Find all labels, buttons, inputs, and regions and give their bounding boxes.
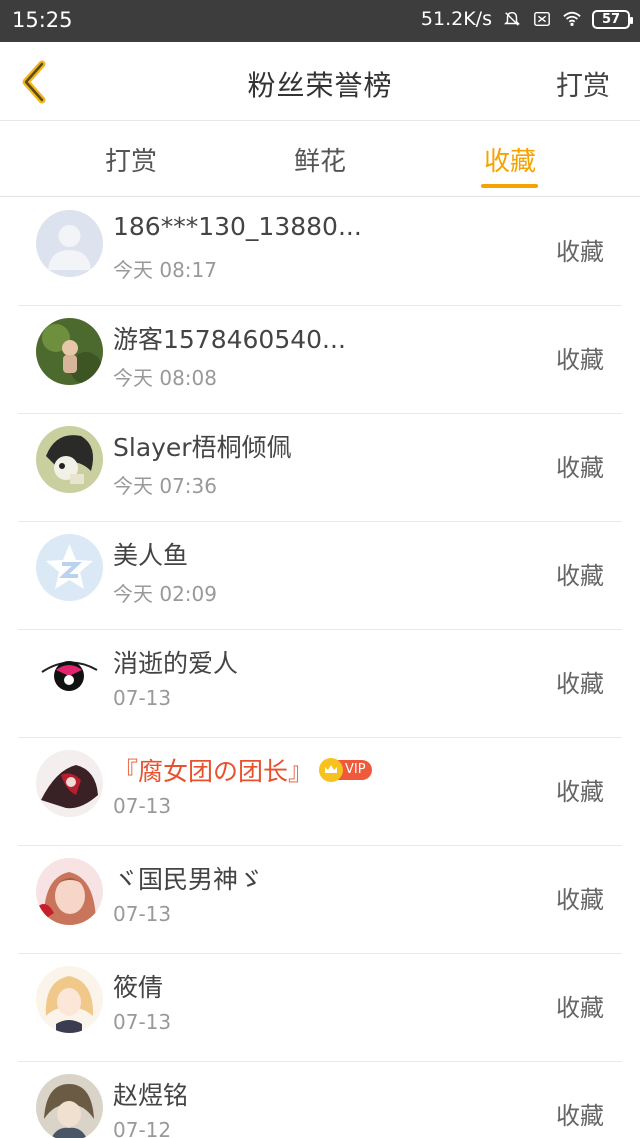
action-label: 收藏	[556, 886, 604, 914]
status-icons: 51.2K/s 57	[420, 8, 633, 30]
activity-time: 07-13	[113, 794, 172, 818]
status-bar: 15:25 51.2K/s 57	[0, 0, 640, 42]
avatar	[36, 642, 103, 709]
reward-button[interactable]: 打赏	[556, 64, 610, 103]
user-name: Slayer梧桐倾佩	[113, 433, 292, 462]
list-item[interactable]: 美人鱼 今天 02:09 收藏	[0, 522, 640, 630]
activity-time: 07-13	[113, 686, 172, 710]
tab-favorites[interactable]: 收藏	[455, 141, 565, 178]
list-item[interactable]: 赵煜铭 07-12 收藏	[0, 1062, 640, 1138]
list-item[interactable]: 筱倩 07-13 收藏	[0, 954, 640, 1062]
action-label: 收藏	[556, 346, 604, 374]
list-item[interactable]: 『腐女团の团长』 VIP 07-13 收藏	[0, 738, 640, 846]
status-time: 15:25	[12, 8, 73, 32]
action-label: 收藏	[556, 454, 604, 482]
avatar	[36, 318, 103, 385]
list-item[interactable]: ヾ国民男神ゞ 07-13 收藏	[0, 846, 640, 954]
user-name: 『腐女团の团长』 VIP	[113, 752, 372, 788]
tab-reward[interactable]: 打赏	[76, 141, 186, 178]
fan-list: 186***130_13880... 今天 08:17 收藏 游客1578460…	[0, 198, 640, 1138]
avatar	[36, 534, 103, 601]
tab-indicator	[481, 184, 538, 188]
tab-bar: 打赏 鲜花 收藏	[0, 121, 640, 197]
user-name: 186***130_13880...	[113, 212, 362, 241]
page-title: 粉丝荣誉榜	[247, 69, 393, 102]
avatar	[36, 210, 103, 277]
user-name: 游客1578460540...	[113, 325, 346, 354]
activity-time: 07-12	[113, 1118, 172, 1138]
action-label: 收藏	[556, 994, 604, 1022]
action-label: 收藏	[556, 1102, 604, 1130]
avatar	[36, 966, 103, 1033]
list-item[interactable]: 游客1578460540... 今天 08:08 收藏	[0, 306, 640, 414]
user-name: 美人鱼	[113, 541, 189, 570]
crown-icon	[319, 758, 344, 782]
avatar	[36, 426, 103, 493]
action-label: 收藏	[556, 562, 604, 590]
user-name: 消逝的爱人	[113, 649, 239, 678]
activity-time: 今天 07:36	[113, 474, 217, 498]
mute-bell-icon	[503, 11, 521, 26]
action-label: 收藏	[556, 670, 604, 698]
action-label: 收藏	[556, 778, 604, 806]
sim-blocked-icon	[534, 11, 550, 27]
tab-flowers[interactable]: 鲜花	[265, 141, 375, 178]
activity-time: 今天 08:17	[113, 258, 217, 282]
wifi-icon	[563, 11, 581, 27]
avatar	[36, 858, 103, 925]
user-name: 筱倩	[113, 973, 164, 1002]
user-name: 赵煜铭	[113, 1081, 189, 1110]
list-item[interactable]: 消逝的爱人 07-13 收藏	[0, 630, 640, 738]
list-item[interactable]: Slayer梧桐倾佩 今天 07:36 收藏	[0, 414, 640, 522]
avatar	[36, 1074, 103, 1138]
activity-time: 07-13	[113, 1010, 172, 1034]
battery-indicator: 57	[592, 9, 633, 29]
nav-bar: 粉丝荣誉榜 打赏	[0, 42, 640, 121]
network-speed: 51.2K/s	[420, 8, 492, 30]
action-label: 收藏	[556, 238, 604, 266]
activity-time: 07-13	[113, 902, 172, 926]
list-item[interactable]: 186***130_13880... 今天 08:17 收藏	[0, 198, 640, 306]
avatar	[36, 750, 103, 817]
user-name: ヾ国民男神ゞ	[113, 865, 264, 894]
activity-time: 今天 02:09	[113, 582, 217, 606]
activity-time: 今天 08:08	[113, 366, 217, 390]
user-name-text: 『腐女团の团长』	[113, 757, 314, 786]
